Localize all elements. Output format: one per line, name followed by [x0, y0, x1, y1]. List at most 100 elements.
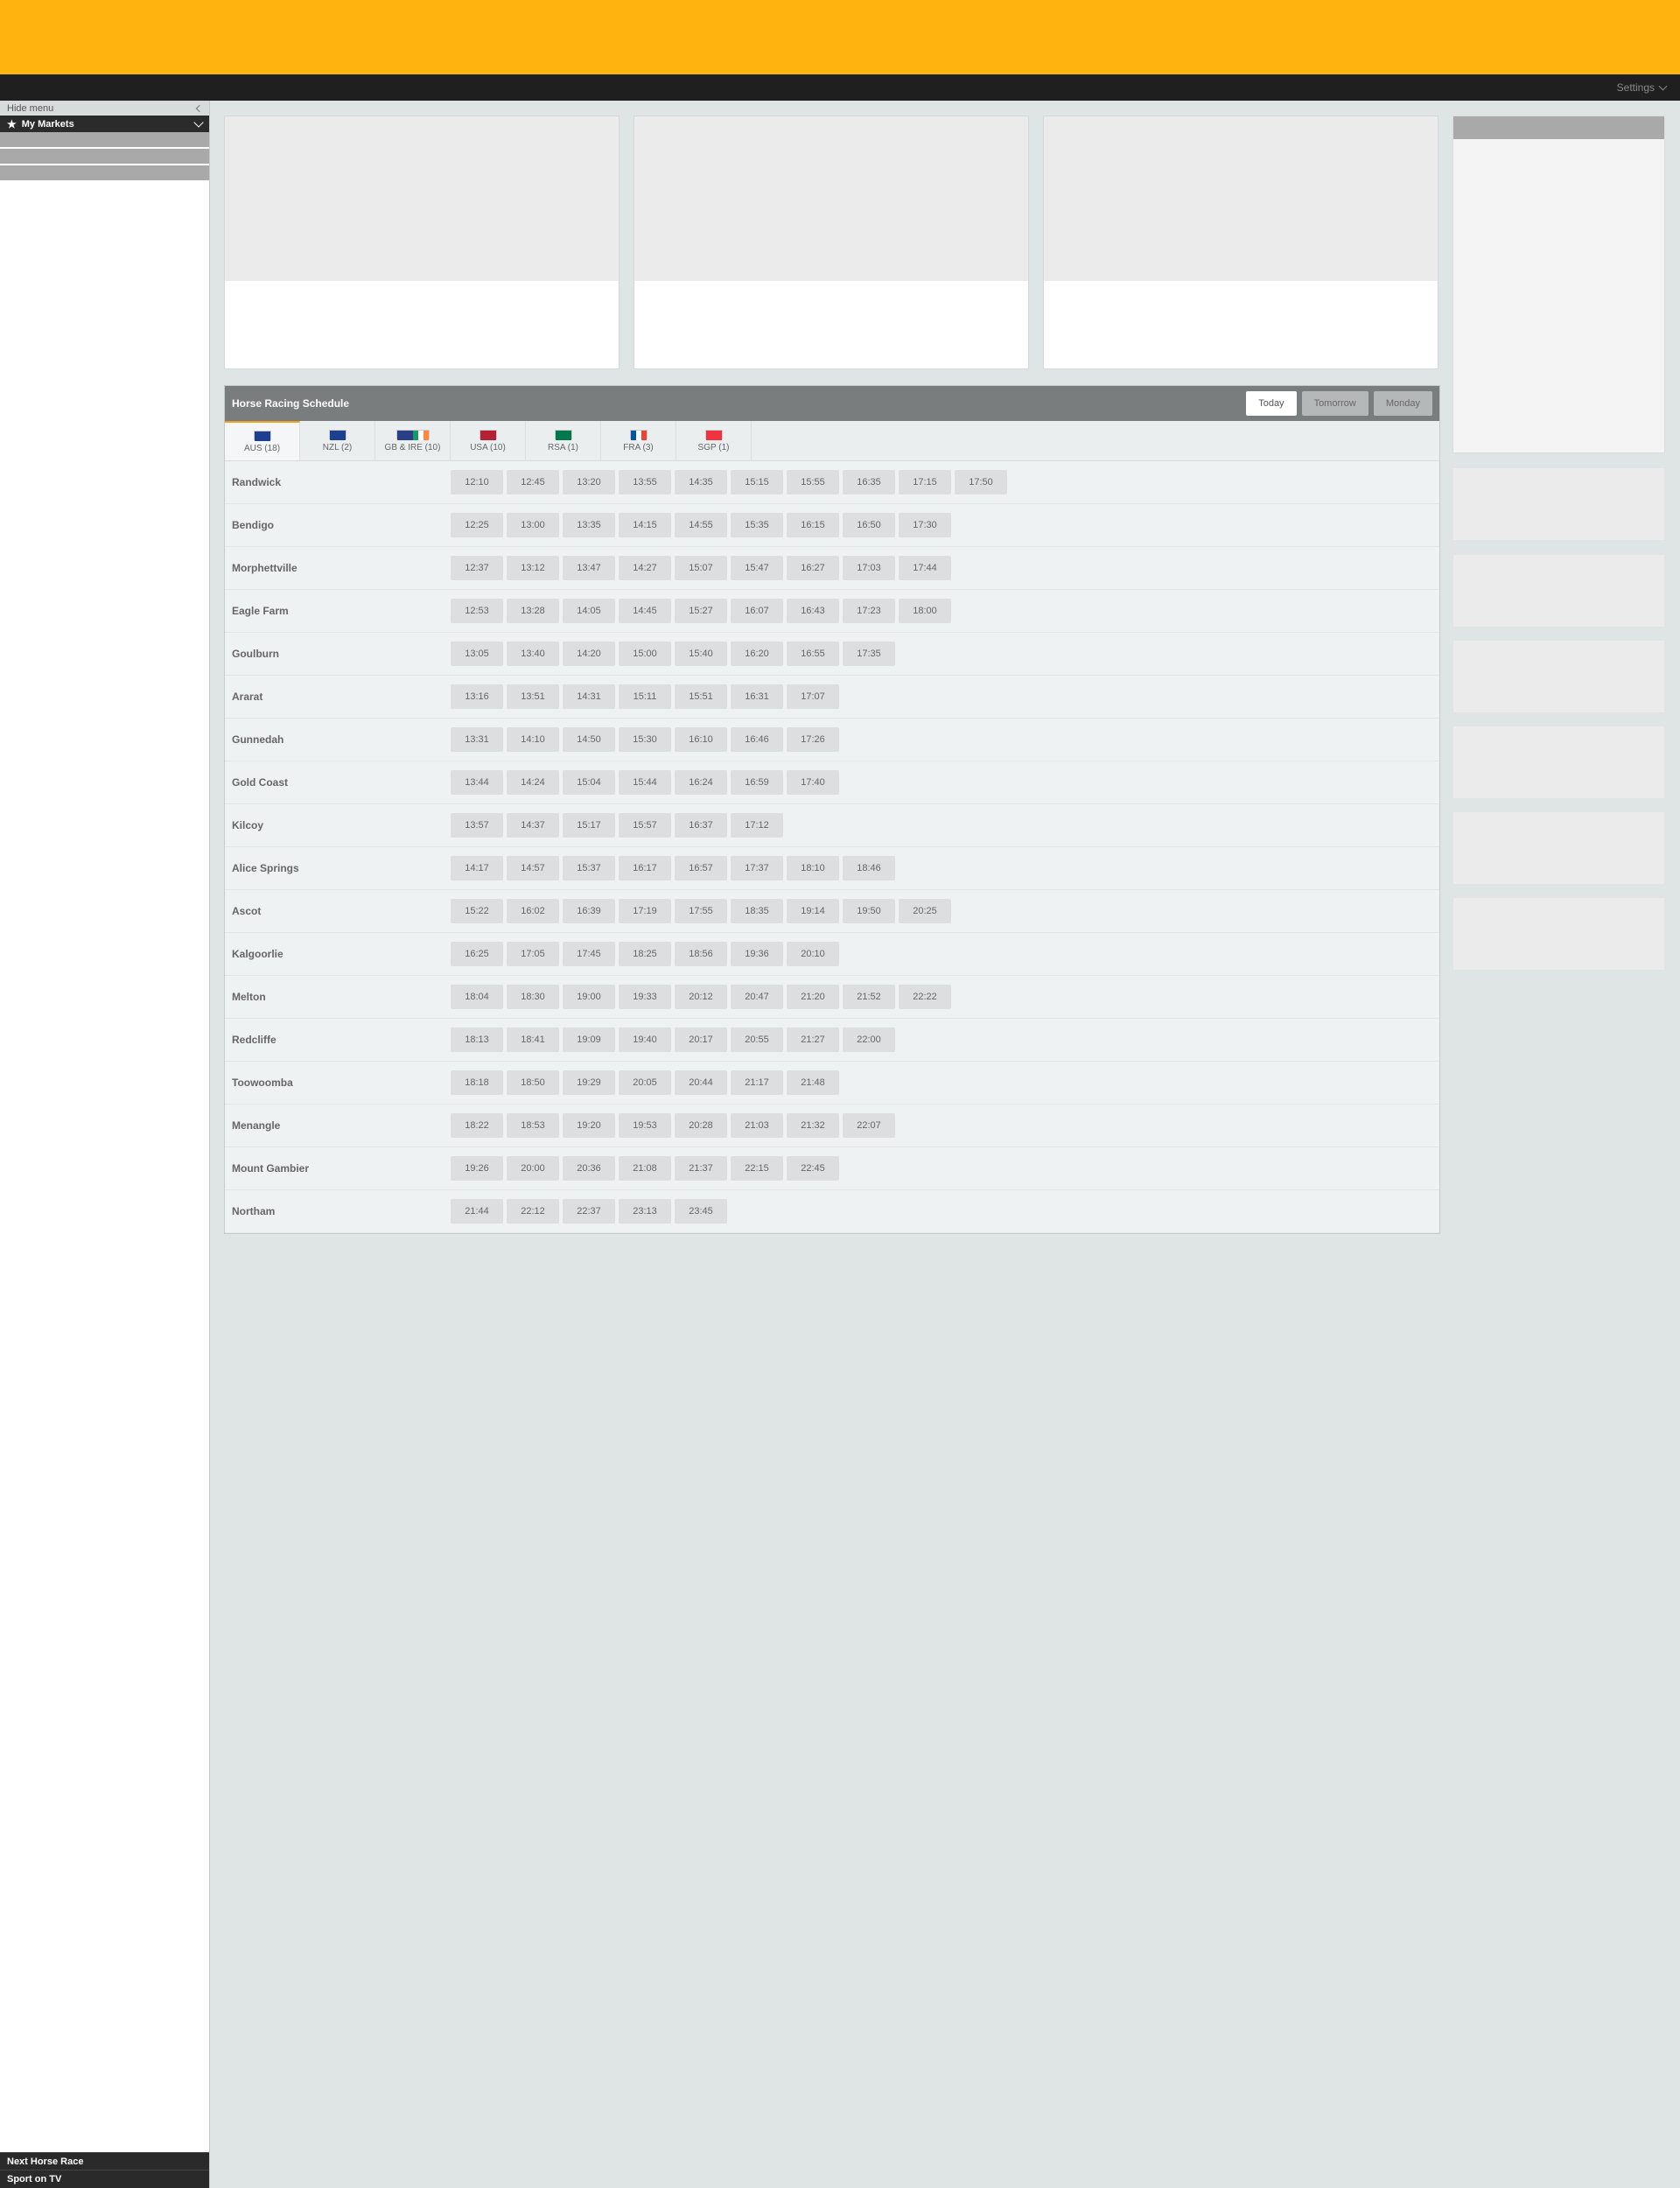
race-time-button[interactable]: 19:53 [619, 1113, 671, 1138]
race-time-button[interactable]: 20:36 [563, 1156, 615, 1181]
race-time-button[interactable]: 20:00 [507, 1156, 559, 1181]
race-time-button[interactable]: 19:20 [563, 1113, 615, 1138]
race-time-button[interactable]: 14:57 [507, 856, 559, 880]
venue-name[interactable]: Randwick [232, 476, 451, 488]
race-time-button[interactable]: 13:00 [507, 513, 559, 537]
tab-country-0[interactable]: AUS (18) [225, 421, 300, 460]
venue-name[interactable]: Ararat [232, 691, 451, 703]
race-time-button[interactable]: 13:51 [507, 684, 559, 709]
race-time-button[interactable]: 17:19 [619, 899, 671, 923]
race-time-button[interactable]: 21:17 [731, 1070, 783, 1095]
race-time-button[interactable]: 15:15 [731, 470, 783, 494]
race-time-button[interactable]: 12:53 [451, 599, 503, 623]
venue-name[interactable]: Melton [232, 991, 451, 1003]
race-time-button[interactable]: 16:10 [675, 727, 727, 752]
venue-name[interactable]: Ascot [232, 905, 451, 917]
race-time-button[interactable]: 12:37 [451, 556, 503, 580]
race-time-button[interactable]: 20:28 [675, 1113, 727, 1138]
venue-name[interactable]: Northam [232, 1205, 451, 1217]
race-time-button[interactable]: 19:09 [563, 1027, 615, 1052]
race-time-button[interactable]: 13:57 [451, 813, 503, 838]
race-time-button[interactable]: 15:35 [731, 513, 783, 537]
race-time-button[interactable]: 17:12 [731, 813, 783, 838]
race-time-button[interactable]: 22:37 [563, 1199, 615, 1224]
sidebar-placeholder-item[interactable] [0, 149, 209, 165]
race-time-button[interactable]: 12:45 [507, 470, 559, 494]
race-time-button[interactable]: 15:37 [563, 856, 615, 880]
race-time-button[interactable]: 14:05 [563, 599, 615, 623]
race-time-button[interactable]: 17:35 [843, 642, 895, 666]
race-time-button[interactable]: 14:10 [507, 727, 559, 752]
race-time-button[interactable]: 22:22 [899, 985, 951, 1009]
race-time-button[interactable]: 15:04 [563, 770, 615, 795]
race-time-button[interactable]: 21:03 [731, 1113, 783, 1138]
venue-name[interactable]: Gold Coast [232, 776, 451, 789]
race-time-button[interactable]: 17:15 [899, 470, 951, 494]
race-time-button[interactable]: 22:12 [507, 1199, 559, 1224]
venue-name[interactable]: Menangle [232, 1119, 451, 1132]
next-horse-race-link[interactable]: Next Horse Race [0, 2152, 209, 2170]
race-time-button[interactable]: 21:37 [675, 1156, 727, 1181]
race-time-button[interactable]: 16:20 [731, 642, 783, 666]
race-time-button[interactable]: 21:52 [843, 985, 895, 1009]
venue-name[interactable]: Mount Gambier [232, 1162, 451, 1175]
race-time-button[interactable]: 13:55 [619, 470, 671, 494]
race-time-button[interactable]: 23:45 [675, 1199, 727, 1224]
race-time-button[interactable]: 14:27 [619, 556, 671, 580]
venue-name[interactable]: Morphettville [232, 562, 451, 574]
sidebar-placeholder-item[interactable] [0, 165, 209, 182]
race-time-button[interactable]: 18:18 [451, 1070, 503, 1095]
race-time-button[interactable]: 15:47 [731, 556, 783, 580]
sport-on-tv-link[interactable]: Sport on TV [0, 2170, 209, 2188]
race-time-button[interactable]: 18:30 [507, 985, 559, 1009]
settings-menu[interactable]: Settings [1617, 81, 1668, 94]
race-time-button[interactable]: 16:27 [787, 556, 839, 580]
race-time-button[interactable]: 15:51 [675, 684, 727, 709]
race-time-button[interactable]: 16:17 [619, 856, 671, 880]
venue-name[interactable]: Kilcoy [232, 819, 451, 831]
race-time-button[interactable]: 12:10 [451, 470, 503, 494]
promo-card[interactable] [1043, 116, 1438, 369]
race-time-button[interactable]: 19:14 [787, 899, 839, 923]
race-time-button[interactable]: 14:55 [675, 513, 727, 537]
race-time-button[interactable]: 19:29 [563, 1070, 615, 1095]
race-time-button[interactable]: 22:07 [843, 1113, 895, 1138]
promo-card[interactable] [224, 116, 620, 369]
race-time-button[interactable]: 12:25 [451, 513, 503, 537]
race-time-button[interactable]: 18:10 [787, 856, 839, 880]
race-time-button[interactable]: 17:26 [787, 727, 839, 752]
race-time-button[interactable]: 15:11 [619, 684, 671, 709]
race-time-button[interactable]: 15:57 [619, 813, 671, 838]
race-time-button[interactable]: 16:57 [675, 856, 727, 880]
day-button-tomorrow[interactable]: Tomorrow [1301, 391, 1368, 416]
tab-country-3[interactable]: USA (10) [451, 421, 526, 460]
tab-country-5[interactable]: FRA (3) [601, 421, 676, 460]
race-time-button[interactable]: 17:05 [507, 942, 559, 966]
race-time-button[interactable]: 15:27 [675, 599, 727, 623]
venue-name[interactable]: Redcliffe [232, 1034, 451, 1046]
race-time-button[interactable]: 22:00 [843, 1027, 895, 1052]
race-time-button[interactable]: 18:41 [507, 1027, 559, 1052]
race-time-button[interactable]: 21:44 [451, 1199, 503, 1224]
race-time-button[interactable]: 14:24 [507, 770, 559, 795]
race-time-button[interactable]: 17:30 [899, 513, 951, 537]
race-time-button[interactable]: 17:55 [675, 899, 727, 923]
race-time-button[interactable]: 18:56 [675, 942, 727, 966]
race-time-button[interactable]: 13:05 [451, 642, 503, 666]
race-time-button[interactable]: 14:31 [563, 684, 615, 709]
venue-name[interactable]: Eagle Farm [232, 605, 451, 617]
race-time-button[interactable]: 15:30 [619, 727, 671, 752]
promo-card[interactable] [634, 116, 1029, 369]
tab-country-6[interactable]: SGP (1) [676, 421, 752, 460]
race-time-button[interactable]: 15:55 [787, 470, 839, 494]
race-time-button[interactable]: 16:39 [563, 899, 615, 923]
race-time-button[interactable]: 13:16 [451, 684, 503, 709]
race-time-button[interactable]: 15:07 [675, 556, 727, 580]
race-time-button[interactable]: 16:43 [787, 599, 839, 623]
race-time-button[interactable]: 13:40 [507, 642, 559, 666]
race-time-button[interactable]: 22:15 [731, 1156, 783, 1181]
sidebar-placeholder-item[interactable] [0, 132, 209, 149]
race-time-button[interactable]: 16:37 [675, 813, 727, 838]
race-time-button[interactable]: 16:55 [787, 642, 839, 666]
hide-menu-toggle[interactable]: Hide menu [0, 101, 209, 116]
